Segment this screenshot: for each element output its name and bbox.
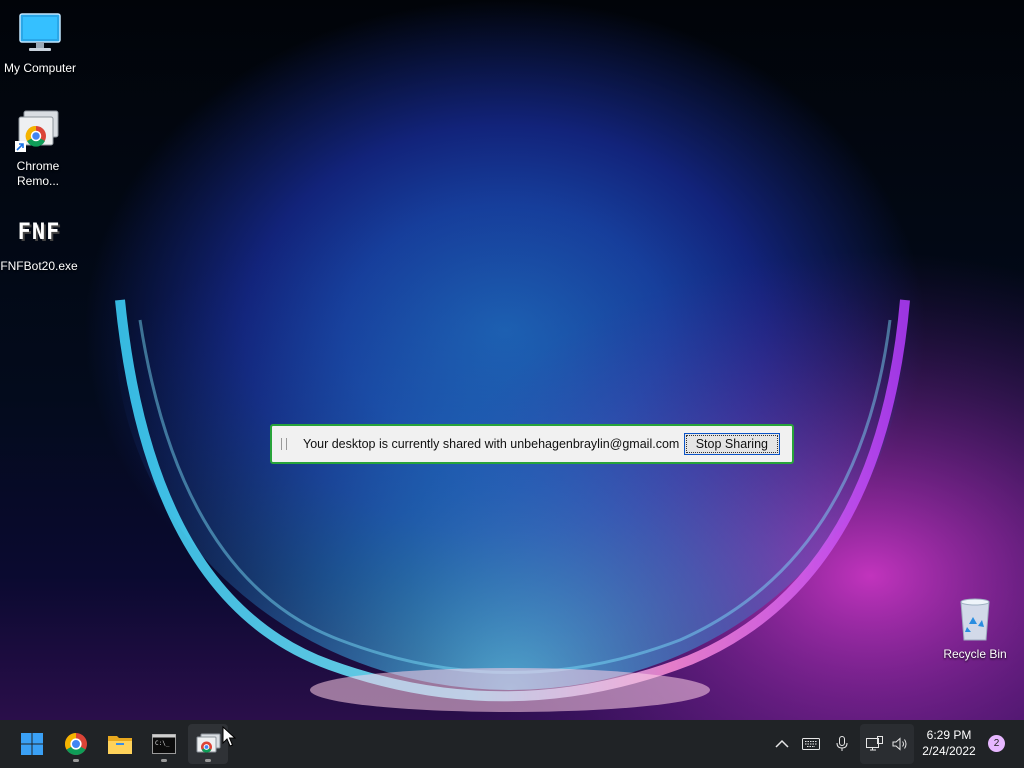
- start-button[interactable]: [12, 724, 52, 764]
- desktop-icon-recycle-bin[interactable]: Recycle Bin: [935, 596, 1015, 662]
- taskbar-chrome[interactable]: [56, 724, 96, 764]
- quick-settings-button[interactable]: [860, 724, 914, 764]
- running-indicator: [205, 759, 211, 762]
- sharing-message: Your desktop is currently shared with un…: [303, 437, 680, 451]
- svg-text:C:\_: C:\_: [155, 740, 170, 747]
- mouse-cursor-icon: [222, 726, 236, 747]
- chrome-remote-desktop-icon: [14, 108, 62, 156]
- desktop-icon-chrome-remote[interactable]: Chrome Remo...: [0, 108, 78, 189]
- desktop-sharing-bar: Your desktop is currently shared with un…: [270, 424, 794, 464]
- file-explorer-icon: [108, 736, 132, 754]
- taskbar-terminal[interactable]: C:\_: [144, 724, 184, 764]
- chrome-icon: [65, 733, 87, 755]
- desktop-icon-label: My Computer: [3, 61, 77, 75]
- stop-sharing-button[interactable]: Stop Sharing: [683, 433, 780, 455]
- show-hidden-icons-button[interactable]: [772, 732, 792, 756]
- touch-keyboard-button[interactable]: [800, 732, 822, 756]
- notification-badge[interactable]: 2: [988, 735, 1005, 752]
- desktop-icon-fnfbot[interactable]: FNF FNFBot20.exe: [0, 208, 79, 274]
- keyboard-icon: [802, 738, 820, 750]
- wallpaper-bloom: [0, 0, 1024, 720]
- desktop-wallpaper: [0, 0, 1024, 720]
- clock-date: 2/24/2022: [922, 744, 976, 758]
- network-icon: [866, 736, 883, 751]
- chrome-remote-desktop-icon: [196, 733, 221, 753]
- drag-handle[interactable]: [281, 438, 287, 450]
- taskbar: C:\_ 6:29 PM 2/24/2022 2: [0, 720, 1024, 768]
- desktop-icon-label: FNFBot20.exe: [0, 259, 78, 273]
- fnf-logo-icon: FNF: [17, 219, 61, 245]
- start-icon: [21, 733, 43, 755]
- taskbar-file-explorer[interactable]: [100, 724, 140, 764]
- taskbar-clock[interactable]: 6:29 PM 2/24/2022: [918, 727, 980, 759]
- desktop-icon-label: Chrome Remo...: [16, 159, 60, 188]
- chevron-up-icon: [775, 739, 789, 748]
- microphone-icon: [836, 736, 848, 751]
- running-indicator: [161, 759, 167, 762]
- desktop-icon-label: Recycle Bin: [943, 647, 1007, 661]
- desktop-icon-my-computer[interactable]: My Computer: [0, 10, 80, 76]
- running-indicator: [73, 759, 79, 762]
- microphone-button[interactable]: [832, 732, 852, 756]
- terminal-icon: C:\_: [152, 734, 176, 754]
- clock-time: 6:29 PM: [926, 728, 972, 742]
- recycle-bin-icon: [951, 596, 999, 644]
- monitor-icon: [16, 10, 64, 58]
- volume-icon: [892, 737, 907, 751]
